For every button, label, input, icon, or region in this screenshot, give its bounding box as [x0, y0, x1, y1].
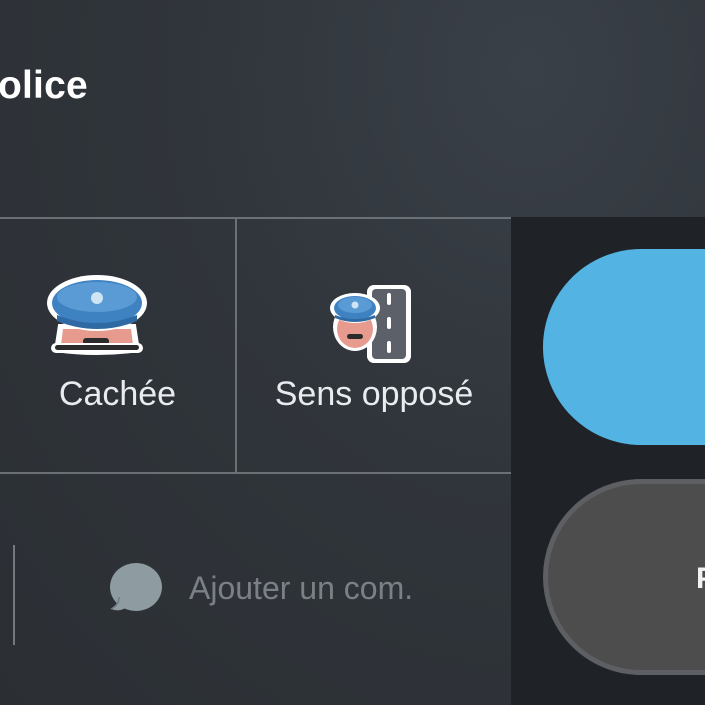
- report-police-screen: olice Cachée Sens opposé Ajouter un com.: [0, 0, 705, 705]
- header: olice: [0, 0, 705, 217]
- comment-placeholder: Ajouter un com.: [189, 570, 414, 606]
- report-button[interactable]: [543, 249, 705, 445]
- option-hidden-label: Cachée: [58, 375, 177, 413]
- option-opposite-side-label: Sens opposé: [274, 375, 474, 413]
- speech-bubble-icon: [110, 563, 162, 611]
- comment-row: Ajouter un com.: [0, 475, 511, 705]
- option-hidden[interactable]: Cachée: [0, 217, 235, 473]
- divider: [13, 545, 15, 645]
- option-opposite-side[interactable]: Sens opposé: [237, 217, 511, 473]
- secondary-action-button[interactable]: P: [543, 479, 705, 675]
- opposite-side-police-icon: [330, 285, 411, 363]
- comment-input[interactable]: Ajouter un com.: [100, 555, 500, 635]
- report-options-panel: Cachée Sens opposé Ajouter un com.: [0, 217, 511, 705]
- hidden-police-icon: [47, 275, 147, 355]
- action-panel: P: [511, 217, 705, 705]
- page-title: olice: [0, 64, 88, 107]
- secondary-action-label: P: [696, 562, 705, 596]
